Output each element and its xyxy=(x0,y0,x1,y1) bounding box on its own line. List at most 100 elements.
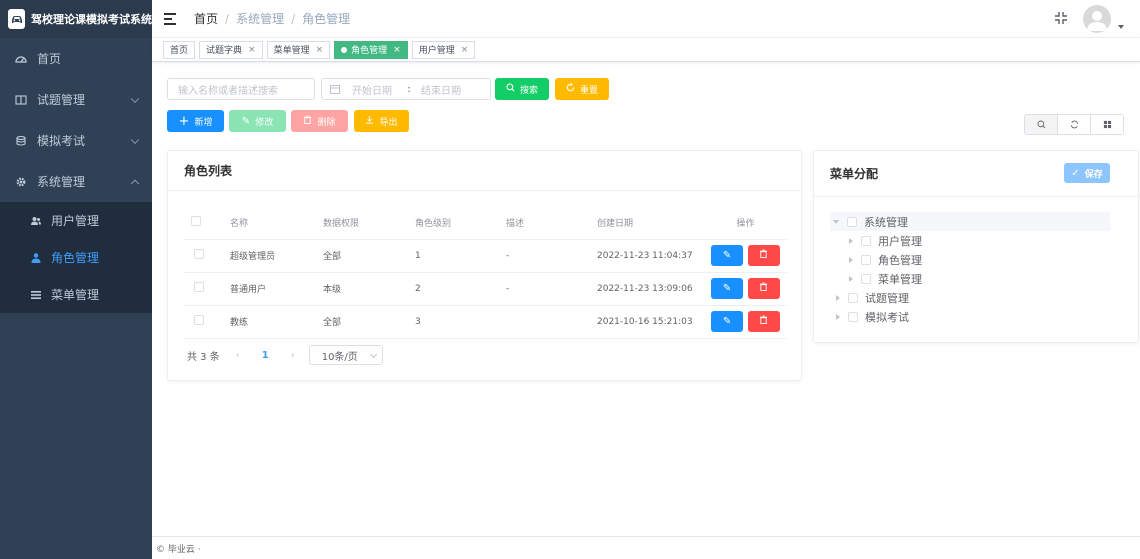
table-row[interactable]: 超级管理员 全部 1 - 2022-11-23 11:04:37 ✎ xyxy=(184,239,787,273)
navbar: 首页 / 系统管理 / 角色管理 xyxy=(152,0,1140,38)
tree-node-label: 模拟考试 xyxy=(865,310,909,324)
cell-name: 普通用户 xyxy=(230,272,323,306)
tree-node-exam[interactable]: 模拟考试 xyxy=(830,307,1110,326)
tree-node-menus[interactable]: 菜单管理 xyxy=(830,269,1110,288)
sidebar-item-questions[interactable]: 试题管理 xyxy=(0,79,152,120)
breadcrumb: 首页 / 系统管理 / 角色管理 xyxy=(194,10,350,27)
menu-assign-card: 菜单分配 ✓ 保存 系统管理 用户管理 角色管理 菜单管理 试题管理 模拟考试 xyxy=(813,150,1139,343)
tag-question-dict[interactable]: 试题字典 × xyxy=(199,40,263,59)
caret-down-icon[interactable] xyxy=(1118,25,1124,29)
breadcrumb-separator: / xyxy=(225,11,230,26)
tree-checkbox[interactable] xyxy=(848,311,858,322)
close-icon[interactable]: × xyxy=(248,45,256,55)
sidebar-item-label: 首页 xyxy=(37,52,62,66)
tree-node-label: 菜单管理 xyxy=(878,272,922,286)
delete-icon xyxy=(759,249,768,261)
tree-checkbox[interactable] xyxy=(847,216,857,227)
caret-down-icon[interactable] xyxy=(833,219,839,224)
table-header-row: 名称 数据权限 角色级别 描述 创建日期 操作 xyxy=(184,207,787,240)
sidebar-item-exam[interactable]: 模拟考试 xyxy=(0,120,152,161)
column-header-name: 名称 xyxy=(230,207,323,240)
delete-button[interactable]: 删除 xyxy=(291,110,348,132)
database-icon xyxy=(15,135,27,147)
cell-name: 超级管理员 xyxy=(230,239,323,273)
row-edit-button[interactable]: ✎ xyxy=(711,278,744,300)
role-table: 名称 数据权限 角色级别 描述 创建日期 操作 超级管理员 全部 1 - 202… xyxy=(184,207,787,339)
select-all-checkbox[interactable] xyxy=(191,216,201,227)
search-input[interactable]: 输入名称或者描述搜索 xyxy=(167,78,315,100)
row-delete-button[interactable] xyxy=(747,244,780,266)
hamburger-icon[interactable] xyxy=(164,12,178,25)
tree-node-roles[interactable]: 角色管理 xyxy=(830,250,1110,269)
caret-right-icon[interactable] xyxy=(836,294,840,301)
cell-scope: 本级 xyxy=(323,272,415,306)
row-delete-button[interactable] xyxy=(747,277,780,299)
tags-view: 首页 试题字典 × 菜单管理 × 角色管理 × 用户管理 × xyxy=(152,38,1140,62)
export-button[interactable]: 导出 xyxy=(354,110,409,132)
plus-icon: + xyxy=(178,113,190,129)
search-button[interactable]: 搜索 xyxy=(495,78,549,100)
sidebar-item-home[interactable]: 首页 xyxy=(0,38,152,79)
date-range-picker[interactable]: 开始日期 : 结束日期 xyxy=(321,78,491,100)
table-row[interactable]: 教练 全部 3 2021-10-16 15:21:03 ✎ xyxy=(184,305,787,339)
close-icon[interactable]: × xyxy=(393,45,401,55)
gear-icon xyxy=(15,176,27,188)
chevron-down-icon xyxy=(130,135,140,144)
edit-button[interactable]: ✎ 修改 xyxy=(229,110,286,132)
cell-desc: - xyxy=(506,272,597,306)
row-checkbox[interactable] xyxy=(194,315,204,325)
tag-user-manage[interactable]: 用户管理 × xyxy=(411,40,476,59)
refresh-button[interactable] xyxy=(1058,115,1091,134)
row-checkbox[interactable] xyxy=(194,282,204,292)
table-tools-group xyxy=(1024,114,1124,135)
tag-menu-manage[interactable]: 菜单管理 × xyxy=(266,40,331,59)
page-size-select[interactable]: 10条/页 xyxy=(308,345,383,365)
sidebar-item-roles[interactable]: 角色管理 xyxy=(0,239,152,276)
logo: 驾校理论课模拟考试系统 xyxy=(0,0,152,38)
delete-icon xyxy=(759,315,768,327)
next-page-icon[interactable]: › xyxy=(291,350,295,361)
tag-label: 试题字典 xyxy=(206,46,243,56)
tree-checkbox[interactable] xyxy=(861,273,871,284)
page-number-current[interactable]: 1 xyxy=(262,350,269,361)
cell-desc: - xyxy=(506,239,597,273)
close-icon[interactable]: × xyxy=(461,45,469,55)
tag-role-manage[interactable]: 角色管理 × xyxy=(334,40,408,59)
export-button-label: 导出 xyxy=(379,117,398,128)
tag-label: 用户管理 xyxy=(418,46,455,56)
tree-checkbox[interactable] xyxy=(848,292,858,303)
table-row[interactable]: 普通用户 本级 2 - 2022-11-23 13:09:06 ✎ xyxy=(184,272,787,306)
sidebar-item-users[interactable]: 用户管理 xyxy=(0,202,152,239)
prev-page-icon[interactable]: ‹ xyxy=(236,350,240,361)
sidebar: 驾校理论课模拟考试系统 首页 试题管理 模拟考试 系统管理 用户管理 角色管理 … xyxy=(0,0,152,559)
chevron-up-icon xyxy=(130,179,140,188)
row-delete-button[interactable] xyxy=(747,310,780,332)
pagination: 共 3 条 ‹ 1 › 10条/页 xyxy=(187,344,383,366)
save-button[interactable]: ✓ 保存 xyxy=(1064,163,1110,183)
tree-node-questions[interactable]: 试题管理 xyxy=(830,288,1110,307)
fullscreen-icon[interactable] xyxy=(1054,11,1068,25)
sidebar-item-menus[interactable]: 菜单管理 xyxy=(0,276,152,313)
tag-home[interactable]: 首页 xyxy=(163,40,196,59)
close-icon[interactable]: × xyxy=(316,45,324,55)
edit-icon: ✎ xyxy=(722,316,732,328)
breadcrumb-item-home[interactable]: 首页 xyxy=(194,10,218,27)
caret-right-icon[interactable] xyxy=(836,313,840,320)
reset-button[interactable]: 重置 xyxy=(555,78,609,100)
row-checkbox[interactable] xyxy=(194,249,204,259)
chevron-down-icon xyxy=(130,94,140,103)
columns-button[interactable] xyxy=(1091,115,1123,134)
tree-checkbox[interactable] xyxy=(861,254,871,265)
avatar[interactable] xyxy=(1083,5,1111,33)
row-edit-button[interactable]: ✎ xyxy=(711,311,744,333)
add-button[interactable]: + 新增 xyxy=(167,110,224,132)
sidebar-item-system[interactable]: 系统管理 xyxy=(0,161,152,202)
tree-node-system[interactable]: 系统管理 xyxy=(830,212,1110,231)
toggle-search-button[interactable] xyxy=(1025,115,1058,134)
row-edit-button[interactable]: ✎ xyxy=(711,245,744,267)
tree-checkbox[interactable] xyxy=(861,235,871,246)
cell-level: 2 xyxy=(415,272,506,306)
menu-assign-title: 菜单分配 xyxy=(830,167,879,181)
sidebar-item-label: 模拟考试 xyxy=(37,134,86,148)
tree-node-users[interactable]: 用户管理 xyxy=(830,231,1110,250)
